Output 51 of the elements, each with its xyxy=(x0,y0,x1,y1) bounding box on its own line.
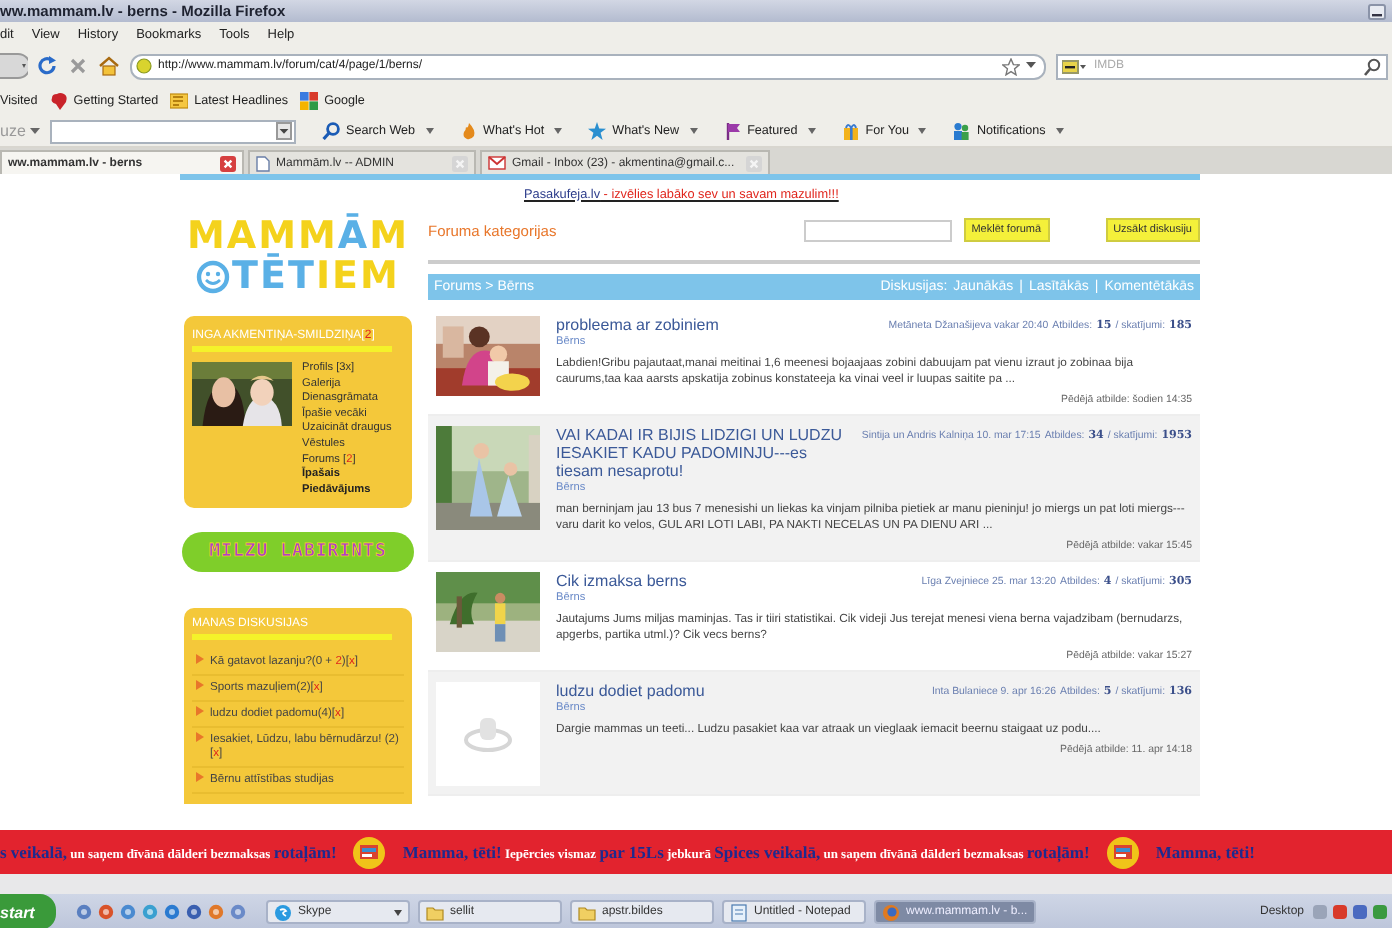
bullet-icon xyxy=(196,732,204,743)
minimize-icon[interactable] xyxy=(1368,3,1386,19)
flag-icon xyxy=(723,122,742,140)
post-title[interactable]: Cik izmaksa berns xyxy=(556,572,910,590)
site-icon xyxy=(136,58,152,74)
caret-icon[interactable] xyxy=(689,128,698,134)
round-logo-icon xyxy=(1105,835,1140,869)
post-title[interactable]: ludzu dodiet padomu xyxy=(556,682,920,700)
caret-icon[interactable] xyxy=(918,128,927,134)
stop-icon[interactable] xyxy=(68,56,88,76)
engine-icon[interactable] xyxy=(1062,59,1086,73)
star-icon xyxy=(588,122,607,140)
dropdown-icon[interactable] xyxy=(276,122,292,140)
bullet-icon xyxy=(196,772,204,783)
back-icon[interactable] xyxy=(0,52,28,80)
banner-text: Mamma, tēti! xyxy=(1155,842,1255,862)
post-title[interactable]: probleema ar zobiniem xyxy=(556,316,877,334)
gift-icon xyxy=(841,122,860,140)
caret-icon[interactable] xyxy=(807,128,816,134)
bullet-icon xyxy=(196,654,204,665)
bullet-icon xyxy=(196,706,204,717)
notepad-icon xyxy=(730,903,748,921)
page-icon xyxy=(256,155,270,171)
bookmark-star-icon[interactable] xyxy=(1002,57,1020,75)
start-button[interactable]: start xyxy=(0,894,56,928)
caret-icon[interactable] xyxy=(554,128,563,134)
caret-icon[interactable] xyxy=(1026,62,1036,70)
smiley-icon xyxy=(196,259,231,293)
bullet-icon xyxy=(196,680,204,691)
search-icon[interactable] xyxy=(1364,57,1382,75)
caret-icon[interactable] xyxy=(1055,128,1064,134)
caret-icon xyxy=(394,909,402,915)
folder-icon xyxy=(426,903,444,921)
home-icon[interactable] xyxy=(98,56,120,76)
round-logo-icon xyxy=(352,835,387,869)
feed-icon xyxy=(170,91,189,109)
search-field[interactable] xyxy=(803,219,952,241)
globe-icon xyxy=(882,903,900,921)
people-icon xyxy=(952,122,971,140)
toolbar-field[interactable] xyxy=(50,119,296,143)
envelope-icon xyxy=(488,156,506,170)
search-icon xyxy=(322,122,340,140)
flame-icon xyxy=(459,122,478,140)
chat-icon xyxy=(274,903,292,921)
caret-icon[interactable] xyxy=(425,128,434,134)
caret-icon xyxy=(30,127,40,135)
folder-icon xyxy=(578,903,596,921)
reload-icon[interactable] xyxy=(38,56,58,76)
drop-icon xyxy=(49,91,68,109)
post-title[interactable]: VAI KADAI IR BIJIS LIDZIGI UN LUDZU IESAKIET KADU PADOMINJU---es tiesam nesaprotu! xyxy=(556,426,850,480)
colored-squares-icon xyxy=(300,91,319,109)
